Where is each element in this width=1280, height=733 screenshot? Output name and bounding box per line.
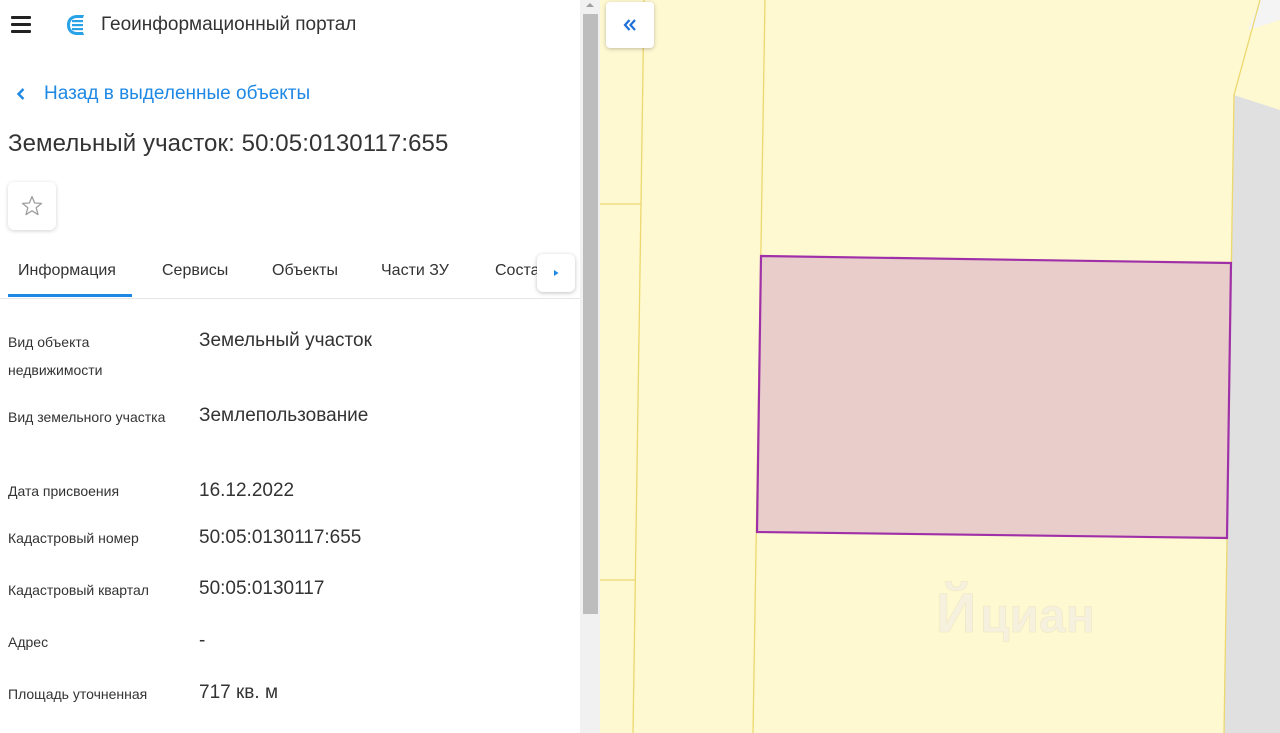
property-value: - xyxy=(199,630,206,651)
page-title: Земельный участок: 50:05:0130117:655 xyxy=(8,130,449,157)
svg-text:Й: Й xyxy=(936,581,976,644)
collapse-panel-button[interactable] xyxy=(606,2,654,48)
top-bar: Геоинформационный портал xyxy=(0,0,580,50)
tab-composition[interactable]: Соста xyxy=(495,262,540,280)
favorite-button[interactable] xyxy=(8,182,56,230)
property-label: Вид земельного участка xyxy=(8,409,166,425)
scrollbar-thumb[interactable] xyxy=(583,14,598,614)
back-link-label: Назад в выделенные объекты xyxy=(44,83,311,104)
tabs-scroll-right-button[interactable] xyxy=(537,254,575,292)
property-label: Кадастровый номер xyxy=(8,530,139,546)
property-label: Площадь уточненная xyxy=(8,686,148,702)
property-label: Вид объекта недвижимости xyxy=(8,334,103,378)
property-value: 50:05:0130117:655 xyxy=(199,527,362,548)
double-chevron-left-icon xyxy=(623,19,636,31)
property-value: 717 кв. м xyxy=(199,682,279,703)
back-link[interactable]: Назад в выделенные объекты xyxy=(14,82,310,106)
tab-services[interactable]: Сервисы xyxy=(162,262,228,280)
tab-parts[interactable]: Части ЗУ xyxy=(381,262,449,280)
portal-logo-icon xyxy=(67,15,84,35)
selected-parcel[interactable] xyxy=(755,254,1233,540)
scroll-up-icon[interactable] xyxy=(584,0,596,10)
menu-icon[interactable] xyxy=(10,14,32,34)
info-panel: Геоинформационный портал Назад в выделен… xyxy=(0,0,580,733)
property-value: Землепользование xyxy=(199,405,369,426)
map-view[interactable]: циан Й xyxy=(600,0,1280,733)
property-label: Адрес xyxy=(8,634,49,650)
star-icon xyxy=(21,195,43,216)
map-canvas[interactable]: циан Й xyxy=(600,0,1280,733)
property-label: Кадастровый квартал xyxy=(8,582,149,598)
property-value: 50:05:0130117 xyxy=(199,578,325,599)
chevron-left-icon xyxy=(16,88,25,100)
tab-information[interactable]: Информация xyxy=(18,262,116,280)
property-label: Дата присвоения xyxy=(8,483,120,499)
tab-bar: Информация Сервисы Объекты Части ЗУ Сост… xyxy=(0,246,580,299)
tab-objects[interactable]: Объекты xyxy=(272,262,338,280)
app-title: Геоинформационный портал xyxy=(101,14,357,35)
parcel-boundary xyxy=(632,0,645,733)
watermark-text: циан xyxy=(980,590,1095,643)
watermark-logo: циан Й xyxy=(936,581,1096,645)
caret-right-icon xyxy=(554,270,559,276)
active-tab-indicator xyxy=(8,294,132,297)
property-value: Земельный участок xyxy=(199,330,372,351)
property-value: 16.12.2022 xyxy=(199,480,295,501)
